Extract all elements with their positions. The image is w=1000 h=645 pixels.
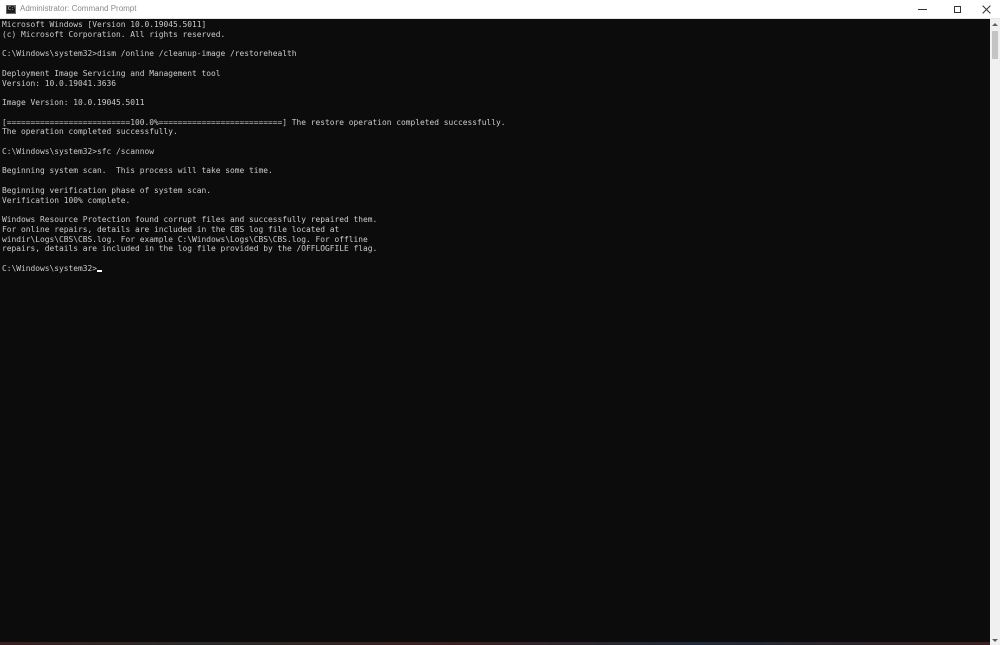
scroll-down-button[interactable] — [990, 635, 1000, 645]
console-line: Windows Resource Protection found corrup… — [2, 215, 378, 224]
console-line: Image Version: 10.0.19045.5011 — [2, 98, 145, 107]
scroll-up-button[interactable] — [990, 19, 1000, 29]
command-prompt-window: C:\ Administrator: Command Prompt Micros… — [0, 0, 1000, 645]
text-cursor — [97, 269, 103, 272]
console-line: [==========================100.0%=======… — [2, 117, 506, 127]
window-title: Administrator: Command Prompt — [20, 4, 137, 13]
cmd-icon[interactable]: C:\ — [6, 5, 16, 14]
console-line: (c) Microsoft Corporation. All rights re… — [2, 29, 226, 39]
console-line: C:\Windows\system32>sfc /scannow — [2, 146, 155, 156]
console-line: Microsoft Windows [Version 10.0.19045.50… — [2, 20, 207, 29]
minimize-button[interactable] — [906, 0, 938, 18]
maximize-icon — [953, 5, 961, 13]
scrollbar-thumb[interactable] — [992, 31, 998, 59]
console-line: The operation completed successfully. — [2, 127, 178, 137]
console-line: repairs, details are included in the log… — [2, 244, 378, 254]
arrow-down-icon — [992, 638, 998, 642]
console-line: Version: 10.0.19041.3636 — [2, 78, 117, 88]
console-line: Beginning verification phase of system s… — [2, 185, 212, 195]
console-text: Microsoft Windows [Version 10.0.19045.50… — [2, 20, 506, 274]
console-prompt: C:\Windows\system32> — [2, 263, 98, 273]
console-output-area[interactable]: Microsoft Windows [Version 10.0.19045.50… — [0, 19, 990, 645]
console-line: windir\Logs\CBS\CBS.log. For example C:\… — [2, 234, 368, 244]
console-line: C:\Windows\system32>dism /online /cleanu… — [2, 49, 297, 59]
minimize-icon — [917, 8, 927, 10]
console-line: Beginning system scan. This process will… — [2, 166, 273, 176]
title-bar[interactable]: C:\ Administrator: Command Prompt — [0, 0, 1000, 19]
arrow-up-icon — [992, 22, 998, 26]
console-history: Microsoft Windows [Version 10.0.19045.50… — [2, 20, 506, 253]
close-icon — [982, 5, 991, 14]
maximize-button[interactable] — [941, 0, 973, 18]
console-line: Verification 100% complete. — [2, 195, 131, 205]
console-line: Deployment Image Servicing and Managemen… — [2, 68, 221, 78]
close-button[interactable] — [970, 0, 1000, 18]
vertical-scrollbar[interactable] — [990, 19, 1000, 645]
console-line: For online repairs, details are included… — [2, 224, 340, 234]
